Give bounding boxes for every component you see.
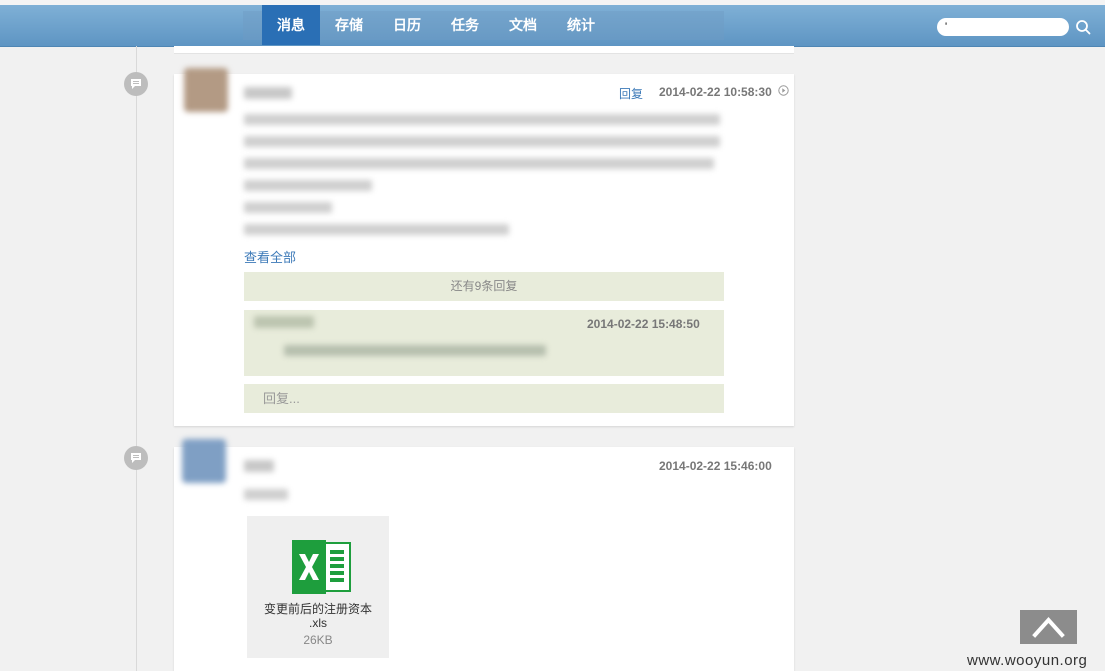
post-body-redacted — [244, 202, 332, 213]
comment-marker-icon — [124, 446, 148, 470]
post-timestamp: 2014-02-22 10:58:30 — [659, 85, 772, 99]
attachment-size: 26KB — [303, 633, 333, 647]
main-nav: 消息 存储 日历 任务 文档 统计 — [243, 5, 724, 45]
author-name-redacted — [244, 87, 292, 99]
file-attachment[interactable]: 变更前后的注册资本 .xls 26KB — [247, 516, 389, 658]
reply-link[interactable]: 回复 — [619, 85, 643, 102]
reply-item: 2014-02-22 15:48:50 — [244, 310, 724, 376]
watermark: www.wooyun.org — [967, 652, 1088, 669]
reply-input[interactable] — [244, 384, 724, 413]
nav-item-storage[interactable]: 存储 — [320, 11, 378, 40]
reply-body-redacted — [284, 345, 546, 356]
nav-item-documents[interactable]: 文档 — [494, 11, 552, 40]
post-body-redacted — [244, 136, 720, 147]
post-body-redacted — [244, 180, 372, 191]
reply-author-redacted — [254, 316, 314, 328]
search-input[interactable] — [937, 18, 1069, 36]
post-body-redacted — [244, 114, 720, 125]
timeline-line — [136, 46, 137, 671]
attachment-name-line: 变更前后的注册资本 — [263, 602, 372, 616]
attachment-name: 变更前后的注册资本 .xls — [247, 602, 389, 630]
chevron-up-icon — [1032, 617, 1065, 638]
post-body-redacted — [244, 224, 509, 235]
attachment-name-line: .xls — [309, 616, 327, 630]
comment-marker-icon — [124, 72, 148, 96]
avatar[interactable] — [184, 68, 228, 112]
post-body-redacted — [244, 489, 288, 500]
nav-item-messages[interactable]: 消息 — [262, 5, 320, 45]
nav-item-tasks[interactable]: 任务 — [436, 11, 494, 40]
nav-item-statistics[interactable]: 统计 — [552, 11, 610, 40]
nav-item-calendar[interactable]: 日历 — [378, 11, 436, 40]
post-timestamp: 2014-02-22 15:46:00 — [659, 459, 772, 473]
author-name-redacted — [244, 460, 274, 472]
post-card: 2014-02-22 15:46:00 变更前后的注册资本 .xls 26KB — [174, 439, 794, 671]
avatar[interactable] — [182, 439, 226, 483]
previous-post-card — [174, 46, 794, 54]
play-icon[interactable] — [778, 85, 789, 96]
search-icon[interactable] — [1075, 19, 1091, 35]
post-body-redacted — [244, 158, 714, 169]
back-to-top-button[interactable] — [1020, 610, 1077, 644]
reply-timestamp: 2014-02-22 15:48:50 — [587, 317, 700, 331]
top-nav-bar: 消息 存储 日历 任务 文档 统计 — [0, 5, 1105, 47]
more-replies-button[interactable]: 还有9条回复 — [244, 272, 724, 301]
excel-icon — [292, 540, 351, 594]
post-card: 回复 2014-02-22 10:58:30 查看全部 还有9条回复 2014-… — [174, 68, 794, 426]
view-all-link[interactable]: 查看全部 — [244, 247, 296, 266]
